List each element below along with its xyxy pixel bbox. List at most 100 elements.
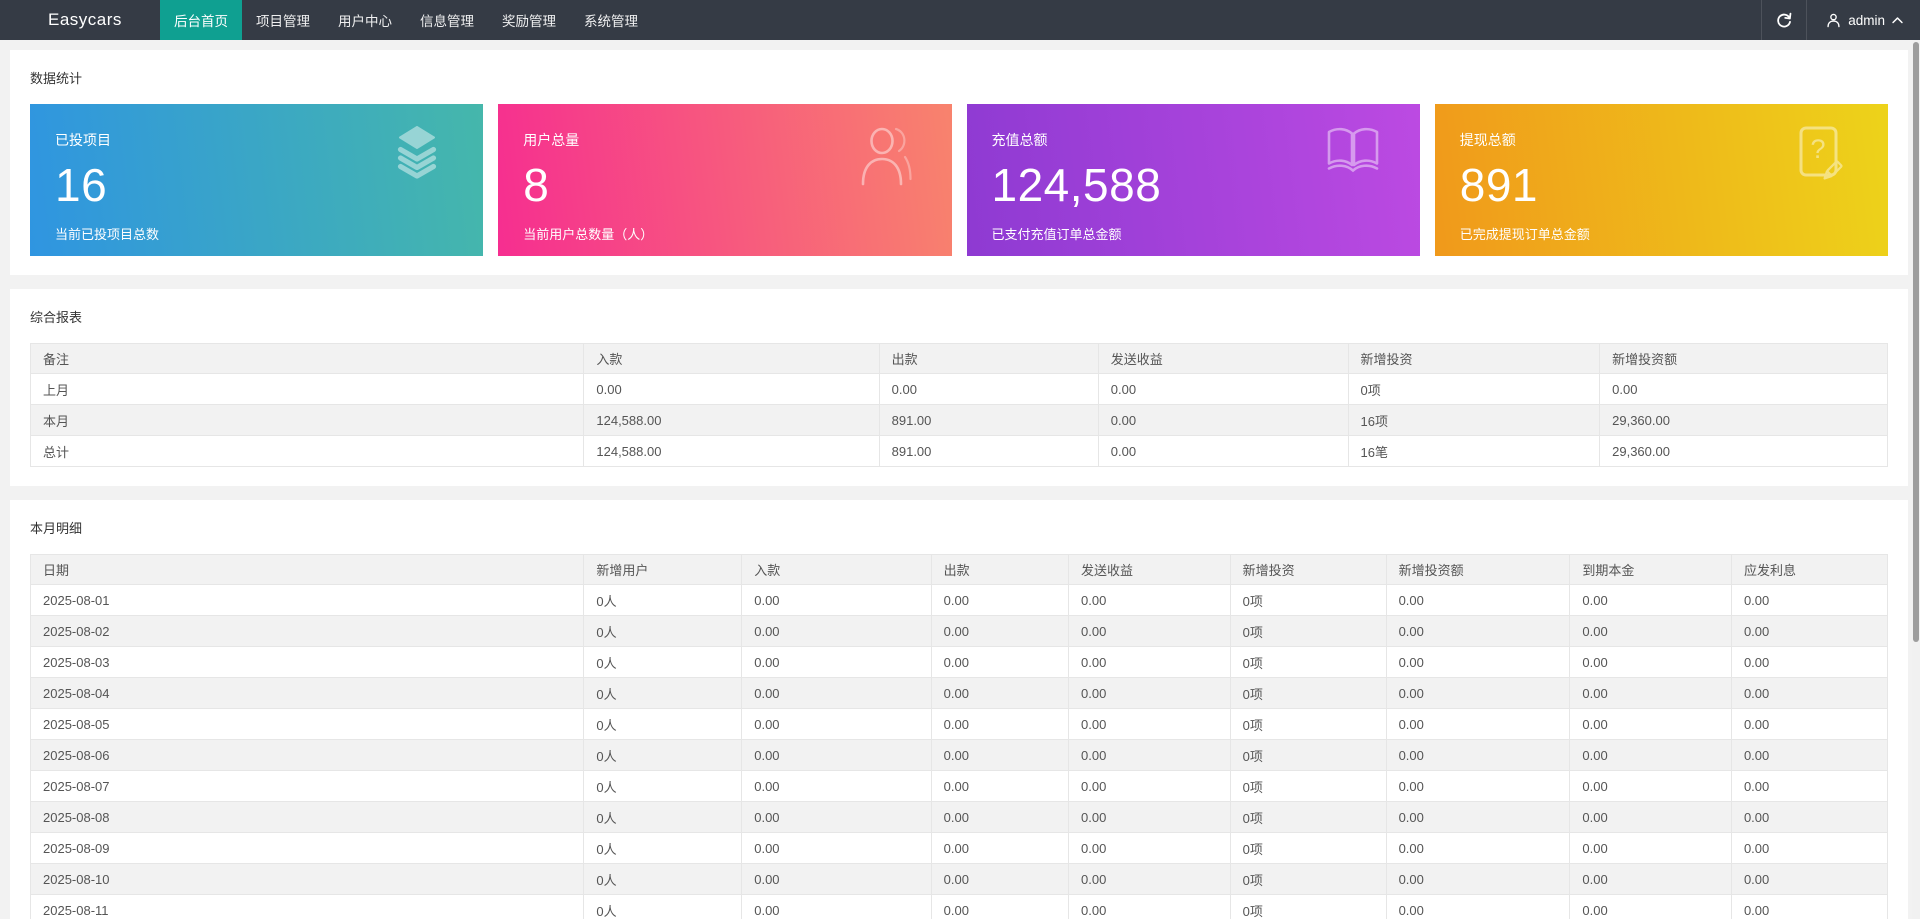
user-menu[interactable]: admin <box>1807 0 1920 40</box>
column-header: 发送收益 <box>1098 344 1348 374</box>
table-cell: 0.00 <box>1069 895 1231 919</box>
table-cell: 0.00 <box>1570 678 1732 709</box>
column-header: 应发利息 <box>1731 555 1887 585</box>
table-cell: 0.00 <box>1069 864 1231 895</box>
column-header: 新增投资 <box>1348 344 1600 374</box>
table-cell: 0.00 <box>742 771 931 802</box>
table-row: 本月124,588.00891.000.0016项29,360.00 <box>31 405 1888 436</box>
stat-card: 充值总额124,588已支付充值订单总金额 <box>967 104 1420 256</box>
stat-card-subtitle: 已支付充值订单总金额 <box>992 224 1395 243</box>
table-cell: 2025-08-10 <box>31 864 584 895</box>
table-cell: 29,360.00 <box>1600 436 1888 467</box>
menu-item-4[interactable]: 信息管理 <box>406 0 488 40</box>
menu-item-6[interactable]: 系统管理 <box>570 0 652 40</box>
table-row: 2025-08-080人0.000.000.000项0.000.000.00 <box>31 802 1888 833</box>
table-cell: 0.00 <box>931 864 1068 895</box>
table-row: 2025-08-070人0.000.000.000项0.000.000.00 <box>31 771 1888 802</box>
table-cell: 0项 <box>1230 585 1386 616</box>
table-cell: 0人 <box>584 585 742 616</box>
table-cell: 0.00 <box>1386 678 1570 709</box>
column-header: 新增用户 <box>584 555 742 585</box>
column-header: 新增投资额 <box>1600 344 1888 374</box>
table-row: 2025-08-020人0.000.000.000项0.000.000.00 <box>31 616 1888 647</box>
column-header: 新增投资额 <box>1386 555 1570 585</box>
table-cell: 0.00 <box>1069 833 1231 864</box>
table-row: 2025-08-110人0.000.000.000项0.000.000.00 <box>31 895 1888 919</box>
refresh-button[interactable] <box>1761 0 1807 40</box>
table-cell: 0.00 <box>1570 895 1732 919</box>
table-cell: 0.00 <box>1731 647 1887 678</box>
column-header: 备注 <box>31 344 584 374</box>
table-cell: 2025-08-08 <box>31 802 584 833</box>
table-cell: 124,588.00 <box>584 405 879 436</box>
table-cell: 16项 <box>1348 405 1600 436</box>
table-cell: 0.00 <box>931 802 1068 833</box>
menu-item-1[interactable]: 后台首页 <box>160 0 242 40</box>
stat-card-subtitle: 当前用户总数量（人） <box>523 224 926 243</box>
table-cell: 0.00 <box>1386 740 1570 771</box>
table-cell: 0.00 <box>1386 895 1570 919</box>
table-cell: 2025-08-06 <box>31 740 584 771</box>
table-header-row: 备注入款出款发送收益新增投资新增投资额 <box>31 344 1888 374</box>
top-navbar: Easycars 后台首页项目管理用户中心信息管理奖励管理系统管理 admin <box>0 0 1920 40</box>
table-cell: 2025-08-03 <box>31 647 584 678</box>
table-cell: 0人 <box>584 647 742 678</box>
user-icon <box>856 124 914 191</box>
layers-icon <box>389 124 445 183</box>
table-cell: 0.00 <box>1731 616 1887 647</box>
table-cell: 0.00 <box>1386 802 1570 833</box>
stat-card: 用户总量8当前用户总数量（人） <box>498 104 951 256</box>
table-cell: 0人 <box>584 740 742 771</box>
table-cell: 0项 <box>1230 771 1386 802</box>
table-cell: 0.00 <box>742 647 931 678</box>
table-cell: 0.00 <box>1386 616 1570 647</box>
table-cell: 0人 <box>584 864 742 895</box>
table-row: 2025-08-050人0.000.000.000项0.000.000.00 <box>31 709 1888 740</box>
scrollbar-thumb[interactable] <box>1913 42 1919 642</box>
stat-card: 提现总额891已完成提现订单总金额? <box>1435 104 1888 256</box>
month-detail-panel: 本月明细 日期新增用户入款出款发送收益新增投资新增投资额到期本金应发利息2025… <box>10 500 1908 919</box>
table-cell: 0.00 <box>931 585 1068 616</box>
table-cell: 0.00 <box>1069 802 1231 833</box>
table-cell: 0.00 <box>1069 740 1231 771</box>
navbar-right: admin <box>1761 0 1920 40</box>
month-detail-title: 本月明细 <box>30 518 1888 537</box>
table-cell: 16笔 <box>1348 436 1600 467</box>
table-cell: 0.00 <box>1386 585 1570 616</box>
stat-card-subtitle: 已完成提现订单总金额 <box>1460 224 1863 243</box>
table-cell: 0.00 <box>1731 678 1887 709</box>
table-row: 2025-08-030人0.000.000.000项0.000.000.00 <box>31 647 1888 678</box>
column-header: 出款 <box>931 555 1068 585</box>
table-cell: 0项 <box>1348 374 1600 405</box>
table-cell: 29,360.00 <box>1600 405 1888 436</box>
table-cell: 0.00 <box>1731 833 1887 864</box>
table-cell: 0项 <box>1230 833 1386 864</box>
table-cell: 0人 <box>584 771 742 802</box>
menu-item-5[interactable]: 奖励管理 <box>488 0 570 40</box>
table-cell: 0.00 <box>1069 585 1231 616</box>
table-cell: 0项 <box>1230 895 1386 919</box>
stats-panel-title: 数据统计 <box>30 68 1888 87</box>
column-header: 出款 <box>879 344 1098 374</box>
table-cell: 0.00 <box>931 833 1068 864</box>
table-cell: 0.00 <box>742 678 931 709</box>
table-cell: 0项 <box>1230 678 1386 709</box>
table-cell: 2025-08-04 <box>31 678 584 709</box>
menu-item-3[interactable]: 用户中心 <box>324 0 406 40</box>
main-menu: 后台首页项目管理用户中心信息管理奖励管理系统管理 <box>160 0 652 40</box>
refresh-icon <box>1775 11 1793 29</box>
table-cell: 891.00 <box>879 436 1098 467</box>
table-cell: 0项 <box>1230 616 1386 647</box>
table-row: 2025-08-100人0.000.000.000项0.000.000.00 <box>31 864 1888 895</box>
app-logo[interactable]: Easycars <box>0 0 160 40</box>
page-scrollbar[interactable] <box>1912 40 1920 919</box>
menu-item-2[interactable]: 项目管理 <box>242 0 324 40</box>
table-row: 2025-08-090人0.000.000.000项0.000.000.00 <box>31 833 1888 864</box>
table-cell: 0.00 <box>1098 405 1348 436</box>
table-cell: 0.00 <box>1386 864 1570 895</box>
table-cell: 0.00 <box>1069 616 1231 647</box>
table-cell: 0.00 <box>742 585 931 616</box>
table-cell: 0.00 <box>1570 585 1732 616</box>
table-cell: 0.00 <box>742 740 931 771</box>
table-cell: 0.00 <box>1069 647 1231 678</box>
